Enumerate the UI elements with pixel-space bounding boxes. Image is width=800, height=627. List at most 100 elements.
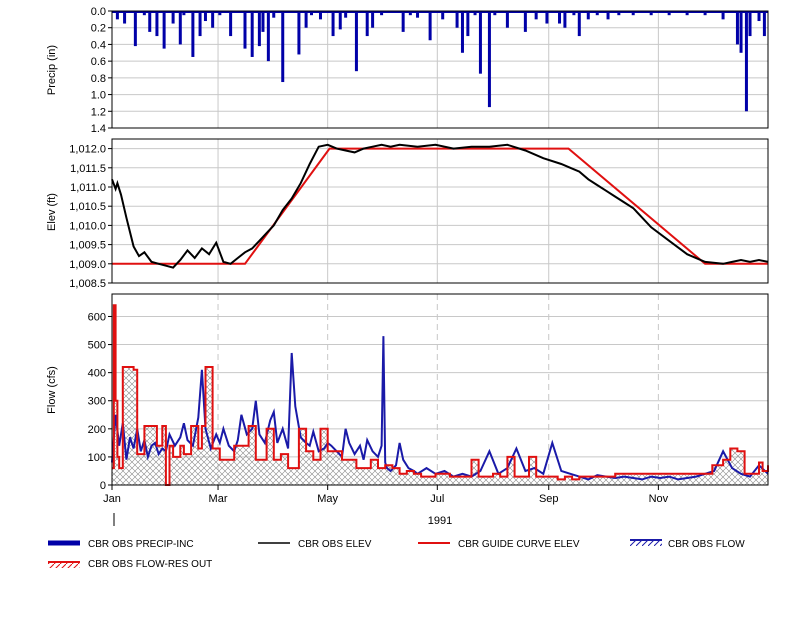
legend-label-guide: CBR GUIDE CURVE ELEV: [458, 539, 580, 550]
precip-bar: [558, 11, 562, 24]
precip-bar: [304, 11, 308, 28]
precip-bar: [344, 11, 348, 18]
legend-label-elev: CBR OBS ELEV: [298, 539, 372, 550]
precip-bar: [191, 11, 195, 57]
legend-label-flow-out: CBR OBS FLOW-RES OUT: [88, 559, 212, 570]
precip-bar: [617, 11, 621, 16]
legend-item-elev: CBR OBS ELEV: [258, 539, 372, 550]
precip-bar: [354, 11, 358, 72]
precip-bar: [762, 11, 766, 37]
flow-y-tick-label: 0: [100, 480, 106, 492]
flow-y-tick-label: 300: [88, 396, 106, 408]
month-tick-label: Sep: [539, 493, 559, 505]
precip-bar: [115, 11, 119, 20]
month-tick-label: Nov: [649, 493, 669, 505]
legend-item-flow-out: CBR OBS FLOW-RES OUT: [48, 559, 212, 570]
precip-bar: [371, 11, 375, 28]
precip-bar: [198, 11, 202, 37]
precip-bar: [142, 11, 146, 16]
precip-bar: [309, 11, 313, 16]
precip-bar: [455, 11, 459, 28]
precip-y-tick-label: 0.2: [91, 23, 106, 35]
flow-y-ticks: 0 100 200 300 400 500 600: [88, 311, 112, 492]
elev-y-tick-label: 1,009.5: [69, 240, 106, 252]
precip-bar: [123, 11, 127, 24]
precip-bar: [365, 11, 369, 37]
precip-y-tick-label: 1.0: [91, 90, 106, 102]
precip-bar: [523, 11, 527, 32]
elev-y-tick-label: 1,010.0: [69, 220, 106, 232]
elev-plot-frame: [111, 138, 769, 284]
legend-item-guide: CBR GUIDE CURVE ELEV: [418, 539, 580, 550]
precip-y-tick-label: 0.6: [91, 56, 106, 68]
precip-bar: [563, 11, 567, 28]
precip-bar: [534, 11, 538, 20]
precip-bar: [250, 11, 254, 57]
precip-bar: [606, 11, 610, 20]
precip-bar: [218, 11, 222, 16]
precip-plot-frame: [111, 10, 769, 129]
precip-bar: [178, 11, 182, 45]
precip-bar: [211, 11, 215, 28]
precip-y-tick-label: 0.4: [91, 39, 106, 51]
precip-bar: [272, 11, 276, 18]
precip-bar: [203, 11, 207, 22]
flow-res-out-hatch: [112, 305, 768, 485]
precip-bar: [748, 11, 752, 37]
precip-bar: [148, 11, 152, 32]
precip-bar: [473, 11, 477, 16]
precip-bar: [493, 11, 497, 16]
elev-y-label: Elev (ft): [46, 193, 58, 231]
precip-bar: [721, 11, 725, 20]
flow-y-label: Flow (cfs): [46, 366, 58, 414]
precip-bar: [257, 11, 261, 47]
precip-bar: [703, 11, 707, 16]
precip-bar: [441, 11, 445, 20]
precip-bar: [545, 11, 549, 24]
precip-bar: [667, 11, 671, 16]
precip-bar: [487, 11, 491, 108]
elev-panel: 1,008.5 1,009.0 1,009.5 1,010.0 1,010.5 1,011…: [46, 138, 769, 290]
precip-bar: [261, 11, 265, 32]
precip-bar: [466, 11, 470, 37]
precip-bar: [505, 11, 509, 28]
precip-bar: [586, 11, 590, 20]
precip-bar: [182, 11, 186, 16]
elev-y-tick-label: 1,010.5: [69, 201, 106, 213]
precip-bar: [478, 11, 482, 74]
precip-bar: [428, 11, 432, 41]
legend: CBR OBS PRECIP-INC CBR OBS ELEV CBR GUID…: [48, 539, 745, 570]
precip-bar: [649, 11, 653, 16]
precip-bar: [380, 11, 384, 16]
precip-y-tick-label: 1.4: [91, 123, 106, 135]
legend-item-precip: CBR OBS PRECIP-INC: [48, 539, 194, 550]
precip-panel: 0.0 0.2 0.4 0.6 0.8 1.0 1.2 1.4 Precip (in): [46, 6, 769, 135]
elev-y-ticks: 1,008.5 1,009.0 1,009.5 1,010.0 1,010.5 1,011…: [69, 144, 112, 290]
month-tick-label: Jan: [103, 493, 121, 505]
elev-grid: [111, 139, 768, 283]
precip-bar: [297, 11, 301, 55]
precip-y-tick-label: 0.0: [91, 6, 106, 18]
precip-bar: [281, 11, 285, 83]
precip-y-tick-label: 0.8: [91, 73, 106, 85]
legend-item-flow: CBR OBS FLOW: [630, 539, 745, 550]
flow-y-tick-label: 500: [88, 340, 106, 352]
precip-bar: [685, 11, 689, 16]
legend-label-precip: CBR OBS PRECIP-INC: [88, 539, 194, 550]
precip-bar: [572, 11, 576, 16]
precip-bar: [338, 11, 342, 30]
precip-bar: [460, 11, 464, 53]
precip-bar: [133, 11, 137, 47]
flow-y-tick-label: 200: [88, 424, 106, 436]
precip-bar: [739, 11, 743, 53]
precip-bar: [318, 11, 322, 20]
precip-bar: [155, 11, 159, 37]
month-tick-label: Mar: [209, 493, 228, 505]
precip-bar: [757, 11, 761, 22]
precip-bar: [631, 11, 635, 16]
precip-bar: [735, 11, 739, 45]
elev-y-tick-label: 1,009.0: [69, 259, 106, 271]
precip-bar: [416, 11, 420, 18]
flow-y-tick-label: 100: [88, 452, 106, 464]
precip-bar: [408, 11, 412, 16]
